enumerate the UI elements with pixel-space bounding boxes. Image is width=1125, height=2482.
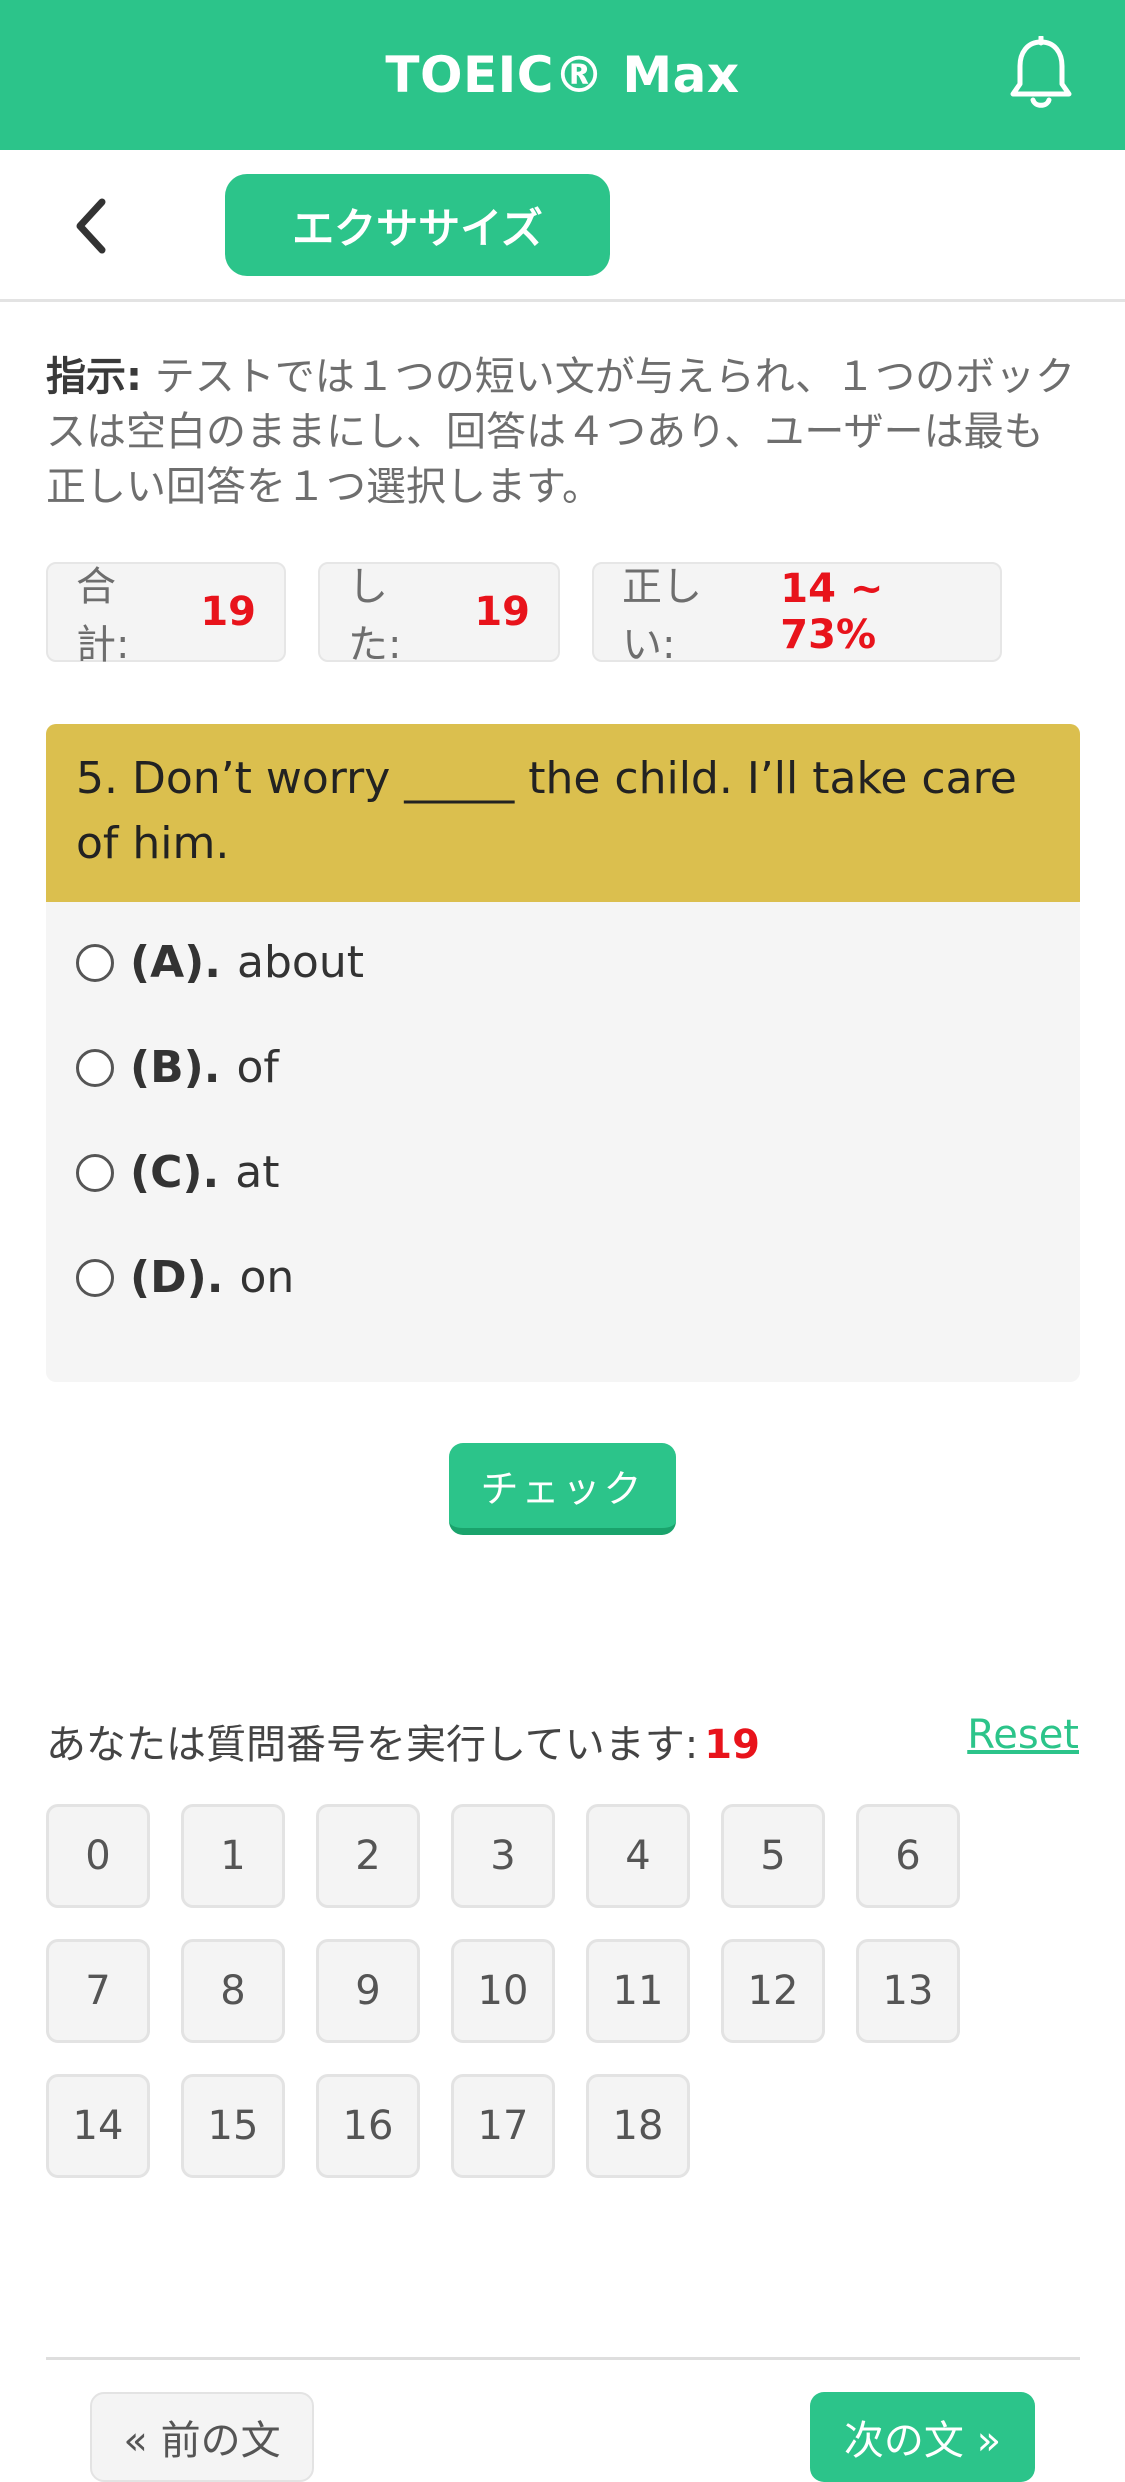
progress-label: あなたは質問番号を実行しています: 19 bbox=[46, 1712, 760, 1770]
footer-divider bbox=[46, 2357, 1080, 2360]
question-number-button[interactable]: 18 bbox=[586, 2074, 690, 2178]
option-letter: (C). bbox=[130, 1147, 220, 1198]
option-letter: (B). bbox=[130, 1042, 221, 1093]
question-number-button[interactable]: 10 bbox=[451, 1939, 555, 2043]
option-a[interactable]: (A). about bbox=[46, 910, 1080, 1015]
back-button[interactable] bbox=[62, 194, 118, 258]
question-number-button[interactable]: 0 bbox=[46, 1804, 150, 1908]
stat-total-label: 合計: bbox=[76, 564, 130, 668]
question-text: 5. Don’t worry _____ the child. I’ll tak… bbox=[46, 724, 1080, 902]
question-number-button[interactable]: 14 bbox=[46, 2074, 150, 2178]
question-card: 5. Don’t worry _____ the child. I’ll tak… bbox=[46, 724, 1080, 1382]
option-letter: (D). bbox=[130, 1252, 224, 1303]
instruction-body: テストでは１つの短い文が与えられ、１つのボックスは空白のままにし、回答は４つあり… bbox=[46, 354, 1076, 510]
option-letter: (A). bbox=[130, 937, 221, 988]
stat-correct: 正しい: 14 ~ 73% bbox=[592, 562, 1002, 668]
app-title: TOEIC® Max bbox=[385, 46, 740, 104]
stat-correct-label: 正しい: bbox=[622, 564, 702, 668]
question-number-button[interactable]: 5 bbox=[721, 1804, 825, 1908]
option-text: about bbox=[237, 937, 364, 988]
option-text: of bbox=[236, 1042, 279, 1093]
sub-header: エクササイズ bbox=[0, 150, 1125, 302]
instruction-text: 指示: テストでは１つの短い文が与えられ、１つのボックスは空白のままにし、回答は… bbox=[46, 350, 1076, 515]
previous-button[interactable]: « 前の文 bbox=[90, 2392, 314, 2482]
option-text: at bbox=[235, 1147, 280, 1198]
radio-button[interactable] bbox=[76, 943, 114, 982]
stat-total-value: 19 bbox=[200, 589, 256, 635]
stat-correct-value: 14 ~ 73% bbox=[780, 566, 884, 658]
next-button[interactable]: 次の文 » bbox=[810, 2392, 1035, 2482]
stat-total: 合計: 19 bbox=[46, 562, 286, 668]
question-number-button[interactable]: 17 bbox=[451, 2074, 555, 2178]
current-question-number: 19 bbox=[704, 1722, 760, 1768]
stat-done-label: した: bbox=[348, 564, 402, 668]
question-number-grid: 0 1 2 3 4 5 6 7 8 9 10 11 12 13 14 15 16 17 18 bbox=[46, 1804, 1080, 2178]
chevron-left-icon bbox=[76, 198, 106, 254]
check-button[interactable]: チェック bbox=[449, 1443, 676, 1535]
question-number-button[interactable]: 15 bbox=[181, 2074, 285, 2178]
radio-button[interactable] bbox=[76, 1258, 114, 1297]
question-number-button[interactable]: 6 bbox=[856, 1804, 960, 1908]
stat-done-value: 19 bbox=[474, 589, 530, 635]
instruction-prefix: 指示: bbox=[46, 354, 142, 400]
radio-button[interactable] bbox=[76, 1048, 114, 1087]
question-number-button[interactable]: 2 bbox=[316, 1804, 420, 1908]
question-number-button[interactable]: 1 bbox=[181, 1804, 285, 1908]
stat-done: した: 19 bbox=[318, 562, 560, 668]
question-number-button[interactable]: 7 bbox=[46, 1939, 150, 2043]
question-number-button[interactable]: 4 bbox=[586, 1804, 690, 1908]
radio-button[interactable] bbox=[76, 1153, 114, 1192]
stats-bar: 合計: 19 した: 19 正しい: 14 ~ 73% bbox=[46, 562, 1002, 668]
app-bar: TOEIC® Max bbox=[0, 0, 1125, 150]
option-c[interactable]: (C). at bbox=[46, 1120, 1080, 1225]
question-number-button[interactable]: 11 bbox=[586, 1939, 690, 2043]
question-number-button[interactable]: 8 bbox=[181, 1939, 285, 2043]
question-number-button[interactable]: 13 bbox=[856, 1939, 960, 2043]
bell-icon[interactable] bbox=[1009, 34, 1073, 112]
option-b[interactable]: (B). of bbox=[46, 1015, 1080, 1120]
option-text: on bbox=[239, 1252, 295, 1303]
option-d[interactable]: (D). on bbox=[46, 1225, 1080, 1330]
answer-options: (A). about (B). of (C). at (D). on bbox=[46, 902, 1080, 1330]
question-number-button[interactable]: 16 bbox=[316, 2074, 420, 2178]
question-number-button[interactable]: 12 bbox=[721, 1939, 825, 2043]
progress-label-text: あなたは質問番号を実行しています: bbox=[46, 1722, 699, 1768]
reset-link[interactable]: Reset bbox=[967, 1712, 1079, 1758]
tab-exercise[interactable]: エクササイズ bbox=[225, 174, 610, 276]
question-number-button[interactable]: 9 bbox=[316, 1939, 420, 2043]
question-number-button[interactable]: 3 bbox=[451, 1804, 555, 1908]
